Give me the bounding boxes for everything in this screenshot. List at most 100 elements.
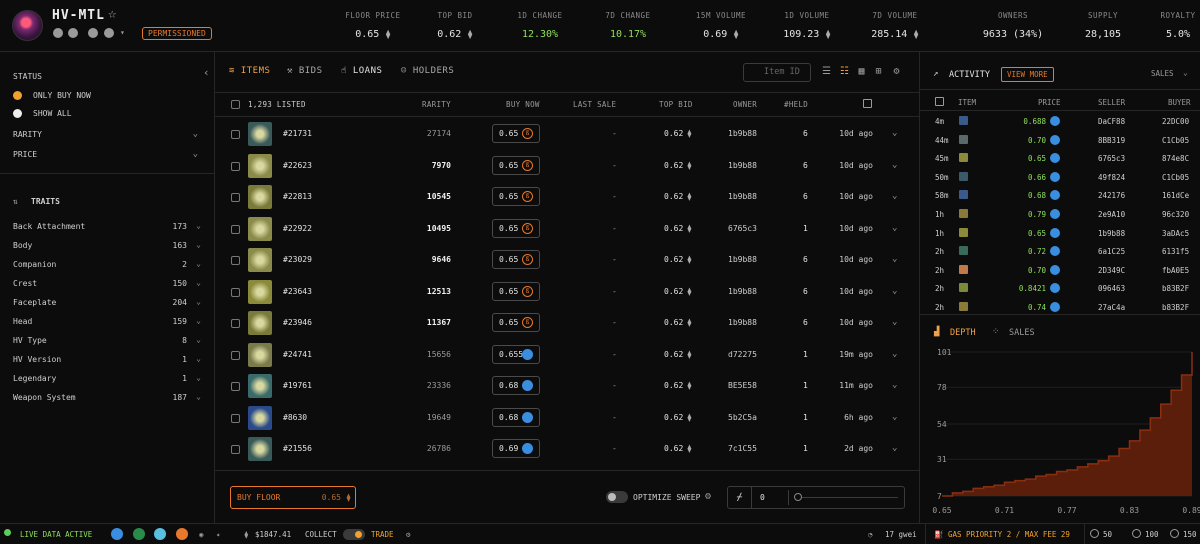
column-rarity[interactable]: RARITY [422, 100, 451, 109]
tab-sales[interactable]: SALES [1009, 328, 1035, 338]
discord-icon[interactable]: ◉ [199, 530, 204, 539]
buy-now-button[interactable]: 0.68 [492, 407, 540, 427]
price-filter[interactable]: PRICE [13, 150, 37, 159]
buy-now-button[interactable]: 0.65 ß [492, 155, 540, 175]
row-checkbox[interactable] [231, 161, 240, 171]
seller-address[interactable]: 1b9b88 [1098, 229, 1125, 238]
row-checkbox[interactable] [231, 350, 240, 360]
trait-filter[interactable]: Crest 150 ⌄ [13, 278, 201, 291]
buy-floor-button[interactable]: BUY FLOOR 0.65 ⧫ [230, 486, 356, 509]
copy-icon[interactable] [53, 28, 63, 38]
trait-filter[interactable]: Faceplate 204 ⌄ [13, 297, 201, 310]
listing-row[interactable]: #19761 23336 0.68 - 0.62 ⧫ BE5E58 1 11m ago ⌄ [215, 372, 905, 403]
nft-thumbnail[interactable] [248, 405, 272, 430]
tab-loans[interactable]: ☝ LOANS [341, 66, 382, 76]
row-checkbox[interactable] [231, 319, 240, 328]
owner-address[interactable]: 6765c3 [728, 224, 757, 233]
seller-address[interactable]: 6765c3 [1098, 154, 1125, 163]
activity-row[interactable]: 2h 0.74 27aC4a b83B2F [920, 298, 1200, 312]
nft-thumbnail[interactable] [248, 311, 272, 335]
seller-address[interactable]: 2D349C [1098, 266, 1125, 275]
buyer-address[interactable]: C1Cb05 [1162, 173, 1189, 182]
seller-address[interactable]: DaCF88 [1098, 117, 1125, 126]
sweep-slider-handle[interactable] [794, 493, 802, 501]
sweep-count-input[interactable]: 0 [760, 493, 765, 502]
nft-thumbnail[interactable] [248, 153, 272, 178]
column-buy-now[interactable]: BUY NOW [506, 100, 540, 109]
column-top-bid[interactable]: TOP BID [659, 100, 693, 109]
discord-icon[interactable] [88, 28, 98, 38]
buyer-address[interactable]: b83B2F [1162, 284, 1189, 293]
preset-150[interactable]: 150 [1183, 530, 1200, 539]
item-id-search[interactable]: Item ID [743, 63, 811, 82]
chevron-down-icon[interactable]: ⌄ [196, 221, 201, 230]
trait-filter[interactable]: HV Version 1 ⌄ [13, 354, 201, 367]
tab-depth[interactable]: DEPTH [950, 328, 976, 338]
row-checkbox[interactable] [231, 287, 240, 297]
chevron-down-icon[interactable]: ⌄ [196, 335, 201, 344]
column-owner[interactable]: OWNER [733, 100, 757, 109]
row-checkbox[interactable] [231, 130, 240, 139]
chevron-down-icon[interactable]: ⌄ [196, 373, 201, 382]
chevron-down-icon[interactable]: ⌄ [892, 128, 897, 138]
activity-row[interactable]: 1h 0.79 2e9A10 96c320 [920, 205, 1200, 224]
nft-thumbnail[interactable] [248, 279, 272, 304]
trait-filter[interactable]: Back Attachment 173 ⌄ [13, 221, 201, 234]
chevron-down-icon[interactable]: ⌄ [1183, 68, 1188, 77]
nft-thumbnail[interactable] [248, 216, 272, 241]
nft-thumbnail[interactable] [248, 437, 272, 461]
owner-address[interactable]: BE5E58 [728, 381, 757, 390]
buyer-address[interactable]: 3aDAc5 [1162, 229, 1189, 238]
chevron-down-icon[interactable]: ⌄ [892, 443, 897, 453]
only-buy-now-radio[interactable] [13, 91, 22, 100]
activity-row[interactable]: 45m 0.65 6765c3 874e8C [920, 149, 1200, 168]
collapse-left-icon[interactable]: ‹ [203, 66, 210, 79]
activity-row[interactable]: 4m 0.688 DaCF88 22DC00 [920, 112, 1200, 131]
owner-address[interactable]: 1b9b88 [728, 287, 757, 296]
nft-thumbnail[interactable] [248, 122, 272, 146]
activity-row[interactable]: 58m 0.68 242176 161dCe [920, 186, 1200, 205]
chevron-down-icon[interactable]: ⌄ [196, 278, 201, 287]
compact-list-icon[interactable]: ☷ [839, 66, 850, 77]
row-checkbox[interactable] [231, 193, 240, 202]
preset-50[interactable]: 50 [1103, 530, 1112, 539]
chevron-down-icon[interactable]: ⌄ [196, 240, 201, 249]
listing-row[interactable]: #22922 10495 0.65 ß - 0.62 ⧫ 6765c3 1 10d ago ⌄ [215, 215, 905, 246]
sweep-slider-track[interactable] [802, 497, 898, 498]
chevron-down-icon[interactable]: ⌄ [892, 380, 897, 390]
chevron-down-icon[interactable]: ⌄ [193, 149, 198, 159]
seller-address[interactable]: 242176 [1098, 191, 1125, 200]
view-more-button[interactable]: VIEW MORE [1001, 67, 1054, 82]
clock-icon[interactable] [935, 97, 944, 106]
trait-filter[interactable]: Companion 2 ⌄ [13, 259, 201, 272]
buyer-address[interactable]: 6131f5 [1162, 247, 1189, 256]
optimize-sweep-toggle[interactable] [606, 491, 628, 503]
collect-trade-toggle[interactable] [343, 529, 365, 540]
nft-thumbnail[interactable] [248, 185, 272, 209]
buyer-address[interactable]: C1Cb05 [1162, 136, 1189, 145]
owner-address[interactable]: 1b9b88 [728, 192, 757, 201]
preset-100[interactable]: 100 [1145, 530, 1159, 539]
buy-now-button[interactable]: 0.65 ß [492, 250, 540, 269]
chevron-down-icon[interactable]: ⌄ [892, 191, 897, 201]
chevron-down-icon[interactable]: ⌄ [892, 286, 897, 296]
grid-small-icon[interactable]: ⊞ [873, 66, 884, 77]
owner-address[interactable]: 1b9b88 [728, 129, 757, 138]
nft-thumbnail[interactable] [248, 374, 272, 398]
buyer-address[interactable]: b83B2F [1162, 303, 1189, 312]
trait-filter[interactable]: Body 163 ⌄ [13, 240, 201, 253]
buyer-address[interactable]: fbA0E5 [1162, 266, 1189, 275]
row-checkbox[interactable] [231, 256, 240, 265]
x2y2-icon[interactable] [154, 528, 166, 540]
seller-address[interactable]: 27aC4a [1098, 303, 1125, 312]
listing-row[interactable]: #23643 12513 0.65 ß - 0.62 ⧫ 1b9b88 6 10d ago ⌄ [215, 278, 905, 309]
chevron-down-icon[interactable]: ⌄ [892, 160, 897, 170]
chevron-down-icon[interactable]: ⌄ [892, 349, 897, 359]
buy-now-button[interactable]: 0.65 ß [492, 218, 540, 238]
marketplace-icon[interactable] [176, 528, 188, 540]
row-checkbox[interactable] [231, 382, 240, 391]
select-all-checkbox[interactable] [231, 100, 240, 109]
buyer-address[interactable]: 874e8C [1162, 154, 1189, 163]
buy-now-button[interactable]: 0.65 ß [492, 187, 540, 206]
row-checkbox[interactable] [231, 413, 240, 423]
